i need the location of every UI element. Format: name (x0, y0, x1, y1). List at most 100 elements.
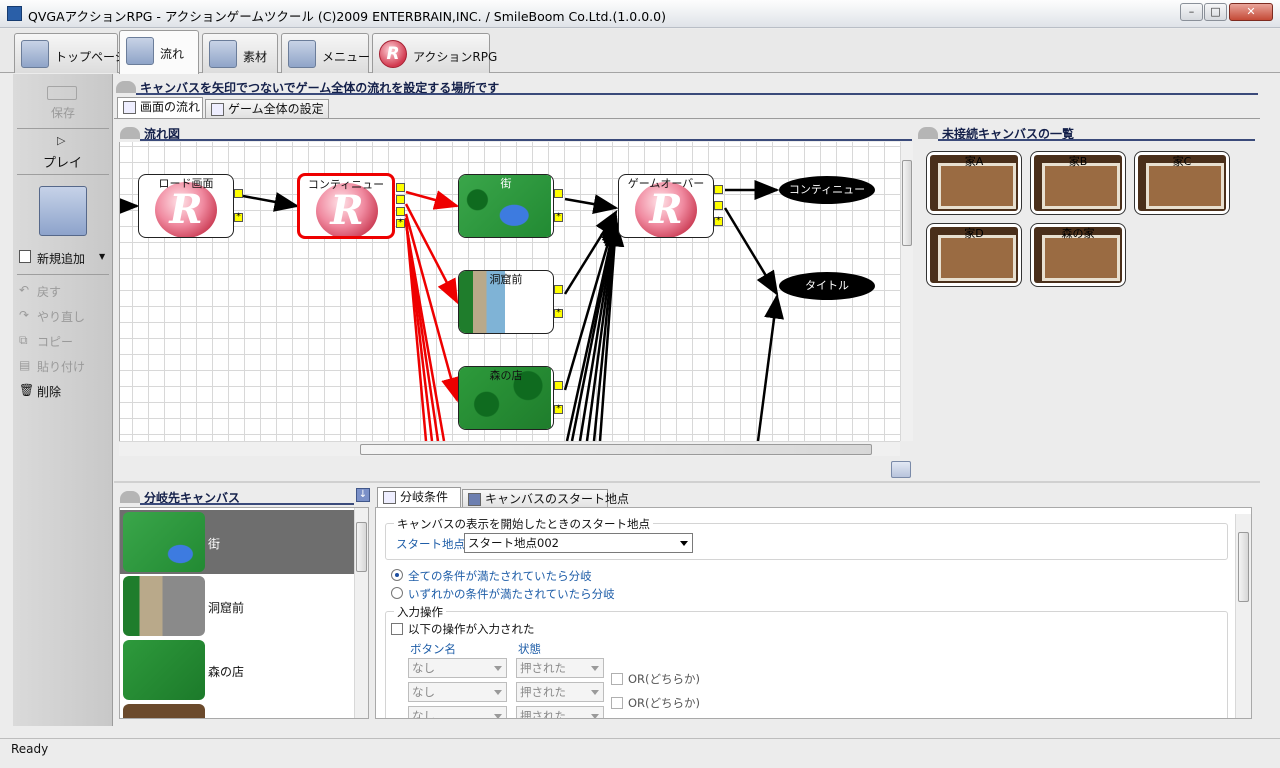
node-town[interactable]: 街 (458, 174, 554, 238)
grid-toggle-icon[interactable] (891, 461, 911, 478)
radio-any-condition[interactable] (391, 587, 403, 599)
conditions-scrollbar[interactable] (1235, 514, 1251, 718)
output-port[interactable] (234, 189, 243, 198)
end-title[interactable]: タイトル (779, 272, 875, 300)
arrow-down-icon[interactable]: ↓ (356, 488, 370, 502)
flow-canvas[interactable]: R ロード画面 * R コンティニュー * 街 * 洞窟前 * 森の店 * R … (119, 142, 900, 441)
list-item[interactable]: 洞窟前 (120, 574, 354, 638)
state-select[interactable]: 押された (516, 658, 604, 678)
left-toolbar: 保存 ▷ プレイ 新規追加 ▼ ↶ 戻す ↷ やり直し ⧉ コピー ▤ 貼り付け… (13, 74, 113, 726)
end-continue[interactable]: コンティニュー (779, 176, 875, 204)
tab-screen-flow[interactable]: 画面の流れ (117, 97, 203, 119)
tab-menu[interactable]: メニュー (281, 33, 370, 73)
unconnected-canvas[interactable]: 森の家 (1030, 223, 1126, 287)
app-icon (7, 6, 22, 21)
output-port[interactable] (396, 183, 405, 192)
tab-flow[interactable]: 流れ (119, 30, 199, 74)
tab-action-rpg[interactable]: R アクションRPG (372, 33, 497, 73)
radio-all-conditions[interactable] (391, 569, 403, 581)
maximize-button[interactable]: □ (1204, 3, 1227, 21)
output-port[interactable] (714, 201, 723, 210)
branch-list-scrollbar[interactable] (354, 508, 368, 718)
wildcard-port[interactable]: * (554, 405, 563, 414)
minimize-button[interactable]: – (1180, 3, 1203, 21)
undo-button[interactable]: 戻す (37, 283, 61, 300)
canvas-label: 家B (1068, 155, 1088, 168)
or-checkbox[interactable] (611, 673, 623, 685)
scrollbar-thumb[interactable] (356, 522, 367, 572)
save-button[interactable]: 保存 (51, 104, 75, 121)
unconnected-divider (938, 139, 1255, 141)
node-label: ロード画面 (158, 177, 214, 190)
redo-icon: ↷ (19, 308, 30, 322)
chevron-down-icon (494, 714, 502, 718)
list-item[interactable] (120, 702, 354, 718)
or-checkbox[interactable] (611, 697, 623, 709)
scrollbar-thumb[interactable] (1238, 532, 1249, 602)
start-point-value: スタート地点002 (468, 536, 559, 550)
tab-top-page[interactable]: トップページ (14, 33, 127, 73)
output-port[interactable] (554, 381, 563, 390)
header-divider (136, 93, 1258, 95)
button-name-select[interactable]: なし (408, 658, 507, 678)
close-button[interactable]: ✕ (1229, 3, 1273, 21)
input-operation-checkbox[interactable] (391, 623, 403, 635)
wildcard-port[interactable]: * (554, 213, 563, 222)
branch-canvas-list[interactable]: 街 洞窟前 森の店 (119, 507, 369, 719)
node-cave-entrance[interactable]: 洞窟前 (458, 270, 554, 334)
output-port[interactable] (396, 195, 405, 204)
town-thumbnail (123, 512, 205, 572)
new-canvas-icon[interactable] (39, 186, 87, 236)
unconnected-canvas[interactable]: 家C (1134, 151, 1230, 215)
output-port[interactable] (554, 285, 563, 294)
flow-icon (126, 37, 154, 65)
canvas-label: 森の家 (1061, 227, 1095, 240)
button-name-header: ボタン名 (410, 642, 456, 656)
flow-horizontal-scrollbar[interactable] (119, 441, 900, 456)
node-forest-shop[interactable]: 森の店 (458, 366, 554, 430)
unconnected-canvas[interactable]: 家A (926, 151, 1022, 215)
new-add-button[interactable]: 新規追加 (37, 250, 85, 267)
paste-button[interactable]: 貼り付け (37, 358, 85, 375)
wildcard-port[interactable]: * (234, 213, 243, 222)
state-select[interactable]: 押された (516, 706, 604, 718)
chevron-down-icon (591, 690, 599, 695)
delete-button[interactable]: 削除 (37, 383, 61, 400)
wildcard-port[interactable]: * (714, 217, 723, 226)
material-icon (209, 40, 237, 68)
unconnected-canvas[interactable]: 家D (926, 223, 1022, 287)
copy-button[interactable]: コピー (37, 333, 73, 350)
or-label: OR(どちらか) (628, 696, 701, 710)
wildcard-port[interactable]: * (396, 219, 405, 228)
output-port[interactable] (396, 207, 405, 216)
flow-vertical-scrollbar[interactable] (900, 142, 913, 441)
output-port[interactable] (714, 185, 723, 194)
start-point-select[interactable]: スタート地点002 (464, 533, 693, 553)
wildcard-port[interactable]: * (554, 309, 563, 318)
output-port[interactable] (554, 189, 563, 198)
button-name-select[interactable]: なし (408, 706, 507, 718)
list-item-label: 街 (208, 537, 221, 551)
state-select[interactable]: 押された (516, 682, 604, 702)
canvas-label: 家C (1172, 155, 1192, 168)
tab-game-settings[interactable]: ゲーム全体の設定 (205, 99, 329, 119)
pane-splitter[interactable] (114, 481, 1260, 483)
chevron-down-icon[interactable]: ▼ (99, 252, 105, 261)
list-item[interactable]: 街 (120, 510, 354, 574)
tab-branch-condition[interactable]: 分岐条件 (377, 487, 461, 509)
unconnected-canvas[interactable]: 家B (1030, 151, 1126, 215)
tab-material[interactable]: 素材 (202, 33, 278, 73)
node-load-screen[interactable]: R ロード画面 (138, 174, 234, 238)
button-name-select[interactable]: なし (408, 682, 507, 702)
button-name-value: なし (412, 661, 435, 675)
node-continue[interactable]: R コンティニュー (297, 173, 395, 239)
scrollbar-thumb[interactable] (902, 160, 912, 246)
r-logo-icon: R (379, 40, 407, 68)
redo-button[interactable]: やり直し (37, 308, 85, 325)
play-button[interactable]: プレイ (43, 152, 82, 171)
tab-canvas-start-point[interactable]: キャンバスのスタート地点 (462, 489, 629, 509)
input-operation-title: 入力操作 (394, 604, 446, 620)
scrollbar-thumb[interactable] (360, 444, 872, 455)
list-item[interactable]: 森の店 (120, 638, 354, 702)
node-game-over[interactable]: R ゲームオーバー (618, 174, 714, 238)
